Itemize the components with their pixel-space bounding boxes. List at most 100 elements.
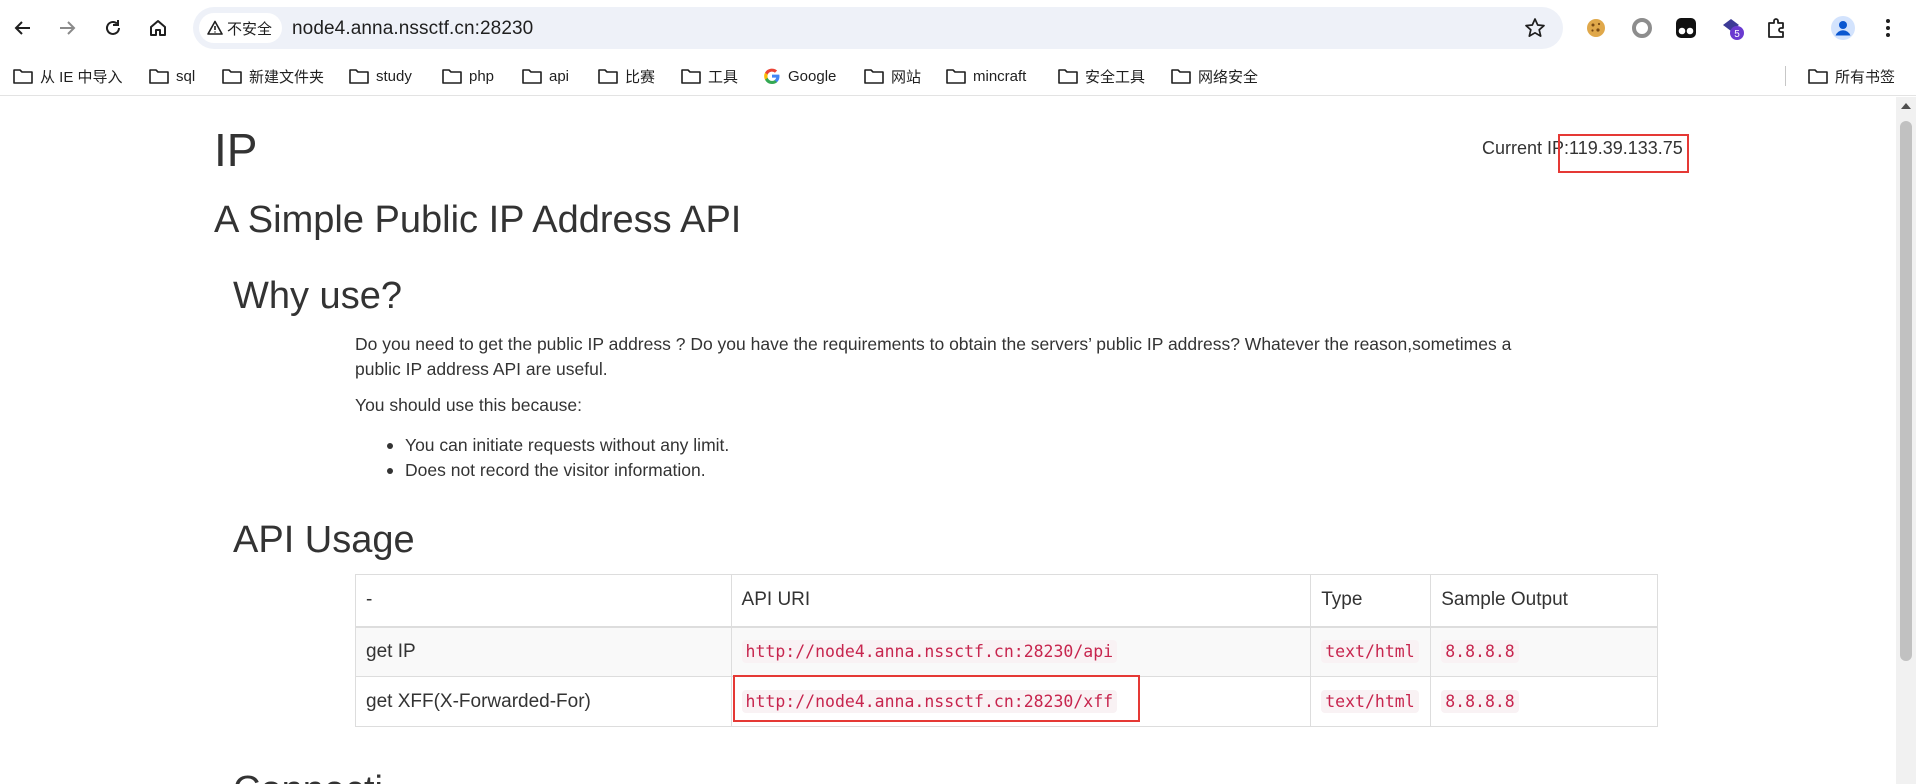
api-usage-heading: API Usage bbox=[233, 519, 415, 561]
folder-icon bbox=[1808, 69, 1828, 84]
browser-toolbar: 不安全 node4.anna.nssctf.cn:28230 5 bbox=[0, 0, 1916, 56]
bookmark-item[interactable]: sql bbox=[149, 64, 195, 88]
cookie-icon bbox=[1587, 19, 1605, 37]
bookmark-item[interactable]: api bbox=[522, 64, 569, 88]
current-ip-label: Current IP: bbox=[1482, 138, 1570, 158]
bookmark-label: 新建文件夹 bbox=[249, 68, 325, 86]
api-name-cell: get IP bbox=[355, 626, 732, 677]
bookmark-label: study bbox=[376, 67, 412, 85]
bookmarks-divider bbox=[1785, 66, 1786, 86]
avatar-icon bbox=[1831, 16, 1855, 40]
bookmark-item[interactable]: 新建文件夹 bbox=[222, 64, 324, 88]
bookmark-item[interactable]: 网络安全 bbox=[1171, 64, 1258, 88]
bookmark-item[interactable]: 网站 bbox=[864, 64, 921, 88]
folder-icon bbox=[681, 69, 701, 84]
api-sample-code: 8.8.8.8 bbox=[1441, 639, 1519, 663]
bookmark-item[interactable]: 比赛 bbox=[598, 64, 655, 88]
next-section-heading: Connecti... bbox=[233, 769, 415, 784]
why-use-heading: Why use? bbox=[233, 275, 402, 317]
list-item: You can initiate requests without any li… bbox=[386, 433, 729, 458]
browser-menu-button[interactable] bbox=[1874, 14, 1902, 42]
tampermonkey-icon bbox=[1676, 18, 1696, 38]
bookmark-item[interactable]: 安全工具 bbox=[1058, 64, 1145, 88]
api-uri-code: http://node4.anna.nssctf.cn:28230/api bbox=[741, 639, 1118, 663]
bookmark-star-button[interactable] bbox=[1523, 16, 1547, 40]
api-name-cell: get XFF(X-Forwarded-For) bbox=[355, 676, 732, 727]
table-row: get IP http://node4.anna.nssctf.cn:28230… bbox=[355, 626, 1658, 677]
table-header: Sample Output bbox=[1430, 574, 1658, 628]
should-use-text: You should use this because: bbox=[355, 395, 583, 415]
api-type-cell: text/html bbox=[1310, 626, 1432, 677]
bookmark-item[interactable]: php bbox=[442, 64, 494, 88]
all-bookmarks-label: 所有书签 bbox=[1835, 68, 1896, 86]
all-bookmarks-button[interactable]: 所有书签 bbox=[1808, 64, 1895, 88]
cookie-extension-button[interactable] bbox=[1582, 14, 1610, 42]
ip-highlight-box bbox=[1558, 134, 1689, 173]
bookmark-label: 网络安全 bbox=[1198, 68, 1259, 86]
folder-icon bbox=[1058, 69, 1078, 84]
xff-highlight-box bbox=[733, 675, 1140, 722]
bookmark-label: mincraft bbox=[973, 67, 1027, 85]
folder-icon bbox=[349, 69, 369, 84]
arrow-right-icon bbox=[60, 21, 76, 35]
bookmark-label: php bbox=[469, 67, 495, 85]
table-header: Type bbox=[1310, 574, 1432, 628]
url-text[interactable]: node4.anna.nssctf.cn:28230 bbox=[292, 18, 533, 40]
folder-icon bbox=[946, 69, 966, 84]
warning-icon bbox=[207, 20, 223, 35]
folder-icon bbox=[864, 69, 884, 84]
reasons-list: You can initiate requests without any li… bbox=[386, 433, 729, 483]
folder-icon bbox=[522, 69, 542, 84]
bookmark-item[interactable]: study bbox=[349, 64, 412, 88]
ring-extension-button[interactable] bbox=[1628, 14, 1656, 42]
folder-icon bbox=[13, 69, 33, 84]
api-type-code: text/html bbox=[1321, 689, 1419, 713]
api-uri-cell: http://node4.anna.nssctf.cn:28230/api bbox=[730, 626, 1312, 677]
table-header: - bbox=[355, 574, 732, 628]
extension-badge-count: 5 bbox=[1734, 29, 1740, 40]
forward-button[interactable] bbox=[51, 12, 83, 44]
table-header: API URI bbox=[730, 574, 1312, 628]
bookmark-label: api bbox=[549, 67, 570, 85]
home-button[interactable] bbox=[142, 12, 174, 44]
home-icon bbox=[150, 20, 166, 36]
circle-extension-icon bbox=[1632, 18, 1652, 38]
bookmark-label: 从 IE 中导入 bbox=[40, 68, 123, 86]
security-label: 不安全 bbox=[227, 20, 273, 38]
tampermonkey-extension-button[interactable] bbox=[1672, 14, 1700, 42]
extensions-menu-button[interactable] bbox=[1763, 14, 1791, 42]
page-viewport: IP Current IP:119.39.133.75 A Simple Pub… bbox=[0, 97, 1896, 784]
bookmark-item[interactable]: Google bbox=[763, 64, 836, 88]
profile-button[interactable] bbox=[1829, 14, 1857, 42]
kebab-menu-icon bbox=[1886, 19, 1890, 37]
badge-extension-button[interactable]: 5 bbox=[1718, 14, 1746, 42]
folder-icon bbox=[1171, 69, 1191, 84]
vertical-scrollbar[interactable] bbox=[1896, 97, 1916, 784]
puzzle-icon bbox=[1768, 18, 1784, 38]
api-sample-cell: 8.8.8.8 bbox=[1430, 676, 1658, 727]
folder-icon bbox=[222, 69, 242, 84]
folder-icon bbox=[598, 69, 618, 84]
address-bar[interactable]: 不安全 node4.anna.nssctf.cn:28230 bbox=[193, 7, 1563, 49]
why-use-text: Do you need to get the public IP address… bbox=[355, 334, 1512, 379]
reload-button[interactable] bbox=[97, 12, 129, 44]
bookmark-item[interactable]: 工具 bbox=[681, 64, 738, 88]
api-sample-code: 8.8.8.8 bbox=[1441, 689, 1519, 713]
folder-icon bbox=[149, 69, 169, 84]
api-type-cell: text/html bbox=[1310, 676, 1432, 727]
scroll-up-icon[interactable] bbox=[1901, 103, 1911, 109]
back-button[interactable] bbox=[7, 12, 39, 44]
google-icon bbox=[764, 68, 780, 84]
bookmark-item[interactable]: 从 IE 中导入 bbox=[13, 64, 123, 88]
api-type-code: text/html bbox=[1321, 639, 1419, 663]
folder-icon bbox=[442, 69, 462, 84]
star-icon bbox=[1525, 18, 1545, 37]
bookmark-item[interactable]: mincraft bbox=[946, 64, 1026, 88]
scrollbar-thumb[interactable] bbox=[1900, 121, 1912, 661]
diamond-extension-icon: 5 bbox=[1723, 19, 1744, 40]
page-subtitle: A Simple Public IP Address API bbox=[214, 199, 742, 241]
api-sample-cell: 8.8.8.8 bbox=[1430, 626, 1658, 677]
security-indicator[interactable]: 不安全 bbox=[199, 13, 283, 43]
bookmark-label: 比赛 bbox=[625, 68, 656, 86]
bookmark-label: Google bbox=[788, 67, 837, 85]
